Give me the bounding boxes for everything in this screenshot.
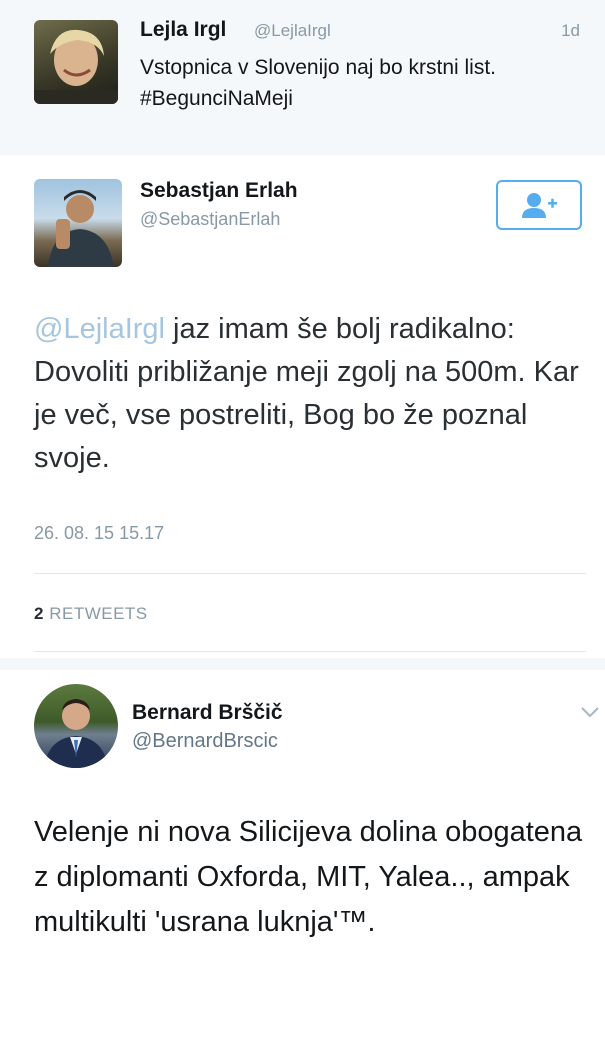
tweet-time[interactable]: 1d [561, 21, 580, 41]
avatar-sebastjan-erlah[interactable] [34, 179, 122, 267]
tweet-text: Vstopnica v Slovenijo naj bo krstni list… [140, 52, 590, 114]
divider [34, 573, 586, 574]
author-name[interactable]: Lejla Irgl [140, 18, 226, 42]
tweet-bernard-brscic[interactable]: Bernard Brščič @BernardBrscic Velenje ni… [0, 670, 605, 1038]
avatar-lejla-irgl[interactable] [34, 20, 118, 104]
divider [34, 651, 586, 652]
add-user-icon [522, 193, 557, 218]
tweet-separator [0, 155, 605, 163]
mention-link[interactable]: @LejlaIrgl [34, 313, 165, 345]
author-handle[interactable]: @BernardBrscic [132, 730, 278, 753]
tweet-separator [0, 658, 605, 670]
avatar-photo-icon [34, 29, 118, 104]
retweet-count[interactable]: 2 RETWEETS [34, 604, 148, 624]
avatar-photo-icon [44, 699, 108, 768]
retweet-count-label: RETWEETS [49, 604, 148, 623]
chevron-down-icon[interactable] [580, 705, 600, 719]
tweet-text-line: Vstopnica v Slovenijo naj bo krstni list… [140, 56, 497, 79]
tweet-timestamp[interactable]: 26. 08. 15 15.17 [34, 523, 164, 544]
follow-button[interactable] [496, 180, 582, 230]
avatar-photo-icon [48, 190, 114, 267]
author-handle[interactable]: @LejlaIrgl [254, 21, 331, 41]
tweet-text: Velenje ni nova Silicijeva dolina obogat… [34, 816, 583, 938]
avatar-bernard-brscic[interactable] [34, 684, 118, 768]
author-name[interactable]: Sebastjan Erlah [140, 179, 298, 203]
tweet-text: @LejlaIrgl jaz imam še bolj radikalno: D… [34, 308, 589, 480]
retweet-count-value: 2 [34, 604, 44, 623]
author-name[interactable]: Bernard Brščič [132, 701, 283, 725]
tweet-lejla-irgl[interactable]: Lejla Irgl @LejlaIrgl 1d Vstopnica v Slo… [0, 0, 605, 156]
tweet-sebastjan-erlah[interactable]: Sebastjan Erlah @SebastjanErlah @LejlaIr… [0, 163, 605, 658]
author-handle[interactable]: @SebastjanErlah [140, 209, 280, 230]
hashtag-link[interactable]: #BegunciNaMeji [140, 83, 590, 114]
